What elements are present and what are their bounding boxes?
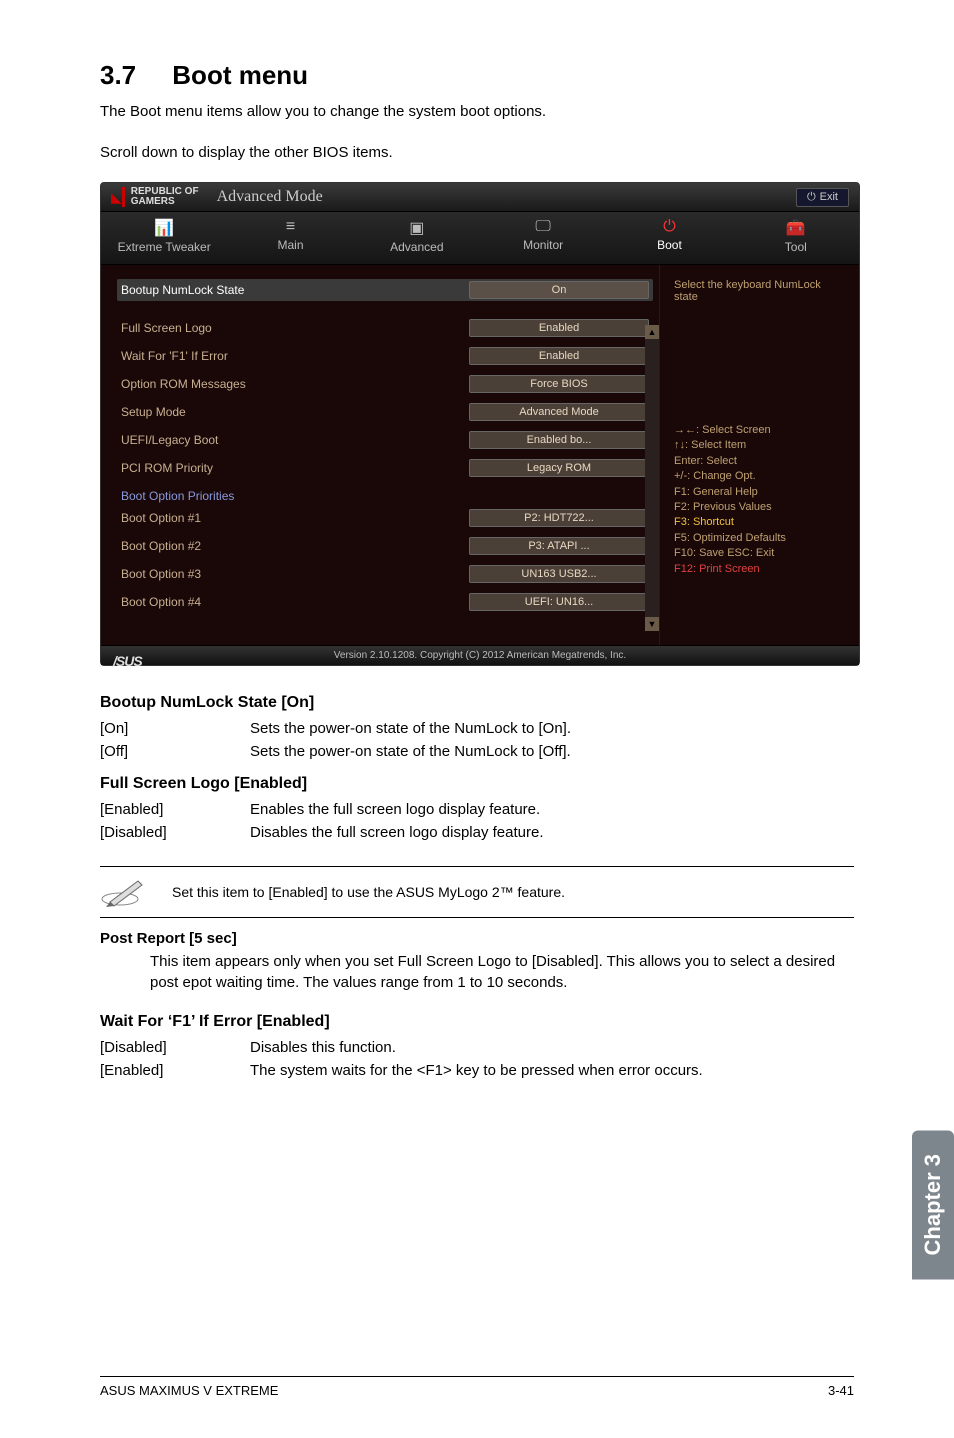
tab-boot[interactable]: ⏻Boot <box>606 212 732 264</box>
bios-tabs: 📊Extreme Tweaker ≡Main ▣Advanced 🖵Monito… <box>101 212 859 265</box>
footer-product: ASUS MAXIMUS V EXTREME <box>100 1383 278 1398</box>
option-rom-value[interactable]: Force BIOS <box>469 375 649 393</box>
bios-key-help: →←: Select Screen ↑↓: Select Item Enter:… <box>674 423 845 577</box>
boot-option-4[interactable]: Boot Option #4 UEFI: UN16... <box>121 593 649 611</box>
bios-mode-label: Advanced Mode <box>217 188 323 206</box>
asus-logo: /SUS <box>101 650 154 672</box>
chip-icon: ▣ <box>354 218 480 238</box>
scroll-down-icon[interactable]: ▼ <box>645 617 659 631</box>
tool-icon: 🧰 <box>733 218 859 238</box>
bios-screenshot: ◣ REPUBLIC OF GAMERS Advanced Mode ⏻ Exi… <box>100 182 860 666</box>
post-report-body: This item appears only when you set Full… <box>100 951 854 993</box>
page-footer: ASUS MAXIMUS V EXTREME 3-41 <box>100 1376 854 1398</box>
tab-tool[interactable]: 🧰Tool <box>733 212 859 264</box>
option-setup-mode[interactable]: Setup Mode Advanced Mode <box>121 403 649 421</box>
fslogo-heading: Full Screen Logo [Enabled] <box>100 775 854 793</box>
footer-page-number: 3-41 <box>828 1383 854 1398</box>
boot-option-4-value[interactable]: UEFI: UN16... <box>469 593 649 611</box>
scroll-up-icon[interactable]: ▲ <box>645 325 659 339</box>
post-report-heading: Post Report [5 sec] <box>100 930 854 947</box>
boot-option-3-value[interactable]: UN163 USB2... <box>469 565 649 583</box>
bios-help-pane: Select the keyboard NumLock state →←: Se… <box>659 265 859 645</box>
numlock-options: [On]Sets the power-on state of the NumLo… <box>100 718 854 763</box>
tab-extreme-tweaker[interactable]: 📊Extreme Tweaker <box>101 212 227 264</box>
tab-monitor[interactable]: 🖵Monitor <box>480 212 606 264</box>
option-fslogo-value[interactable]: Enabled <box>469 319 649 337</box>
bios-version-text: Version 2.10.1208. Copyright (C) 2012 Am… <box>334 650 626 661</box>
waitf1-options: [Disabled]Disables this function. [Enabl… <box>100 1037 854 1082</box>
note-callout: Set this item to [Enabled] to use the AS… <box>100 866 854 918</box>
tab-main[interactable]: ≡Main <box>227 212 353 264</box>
boot-option-1-value[interactable]: P2: HDT722... <box>469 509 649 527</box>
option-pci-value[interactable]: Legacy ROM <box>469 459 649 477</box>
option-uefi-value[interactable]: Enabled bo... <box>469 431 649 449</box>
fslogo-options: [Enabled]Enables the full screen logo di… <box>100 799 854 844</box>
bios-brand: REPUBLIC OF GAMERS <box>122 187 199 207</box>
boot-priorities-heading: Boot Option Priorities <box>121 489 649 503</box>
pencil-icon <box>100 877 148 907</box>
bios-help-text: Select the keyboard NumLock state <box>674 279 845 303</box>
section-title: Boot menu <box>172 60 308 90</box>
option-numlock-value[interactable]: On <box>469 281 649 299</box>
bios-footer: /SUS Version 2.10.1208. Copyright (C) 20… <box>101 645 859 665</box>
numlock-heading: Bootup NumLock State [On] <box>100 694 854 712</box>
chapter-tab: Chapter 3 <box>912 1130 954 1279</box>
list-icon: ≡ <box>227 218 353 236</box>
option-waitf1-value[interactable]: Enabled <box>469 347 649 365</box>
option-pci-rom[interactable]: PCI ROM Priority Legacy ROM <box>121 459 649 477</box>
option-rom-messages[interactable]: Option ROM Messages Force BIOS <box>121 375 649 393</box>
note-text: Set this item to [Enabled] to use the AS… <box>172 884 565 900</box>
option-setup-value[interactable]: Advanced Mode <box>469 403 649 421</box>
tab-advanced[interactable]: ▣Advanced <box>354 212 480 264</box>
monitor-icon: 🖵 <box>480 218 606 236</box>
exit-icon: ⏻ <box>807 191 816 204</box>
power-icon: ⏻ <box>606 218 732 236</box>
boot-option-1[interactable]: Boot Option #1 P2: HDT722... <box>121 509 649 527</box>
intro-line-2: Scroll down to display the other BIOS it… <box>100 142 854 165</box>
section-number: 3.7 <box>100 60 136 90</box>
bios-titlebar: ◣ REPUBLIC OF GAMERS Advanced Mode ⏻ Exi… <box>101 183 859 212</box>
option-full-screen-logo[interactable]: Full Screen Logo Enabled <box>121 319 649 337</box>
boot-option-2[interactable]: Boot Option #2 P3: ATAPI ... <box>121 537 649 555</box>
section-heading: 3.7 Boot menu <box>100 60 854 91</box>
scrollbar[interactable]: ▲ ▼ <box>645 325 659 631</box>
intro-line-1: The Boot menu items allow you to change … <box>100 101 854 124</box>
exit-button[interactable]: ⏻ Exit <box>796 188 849 207</box>
waitf1-heading: Wait For ‘F1’ If Error [Enabled] <box>100 1013 854 1031</box>
boot-option-3[interactable]: Boot Option #3 UN163 USB2... <box>121 565 649 583</box>
exit-label: Exit <box>820 191 838 203</box>
gauge-icon: 📊 <box>101 218 227 238</box>
rog-icon: ◣ <box>111 189 122 206</box>
boot-option-2-value[interactable]: P3: ATAPI ... <box>469 537 649 555</box>
bios-options-pane: Bootup NumLock State On Full Screen Logo… <box>101 265 659 645</box>
option-uefi-legacy[interactable]: UEFI/Legacy Boot Enabled bo... <box>121 431 649 449</box>
option-wait-f1[interactable]: Wait For 'F1' If Error Enabled <box>121 347 649 365</box>
option-numlock[interactable]: Bootup NumLock State On <box>117 279 653 301</box>
